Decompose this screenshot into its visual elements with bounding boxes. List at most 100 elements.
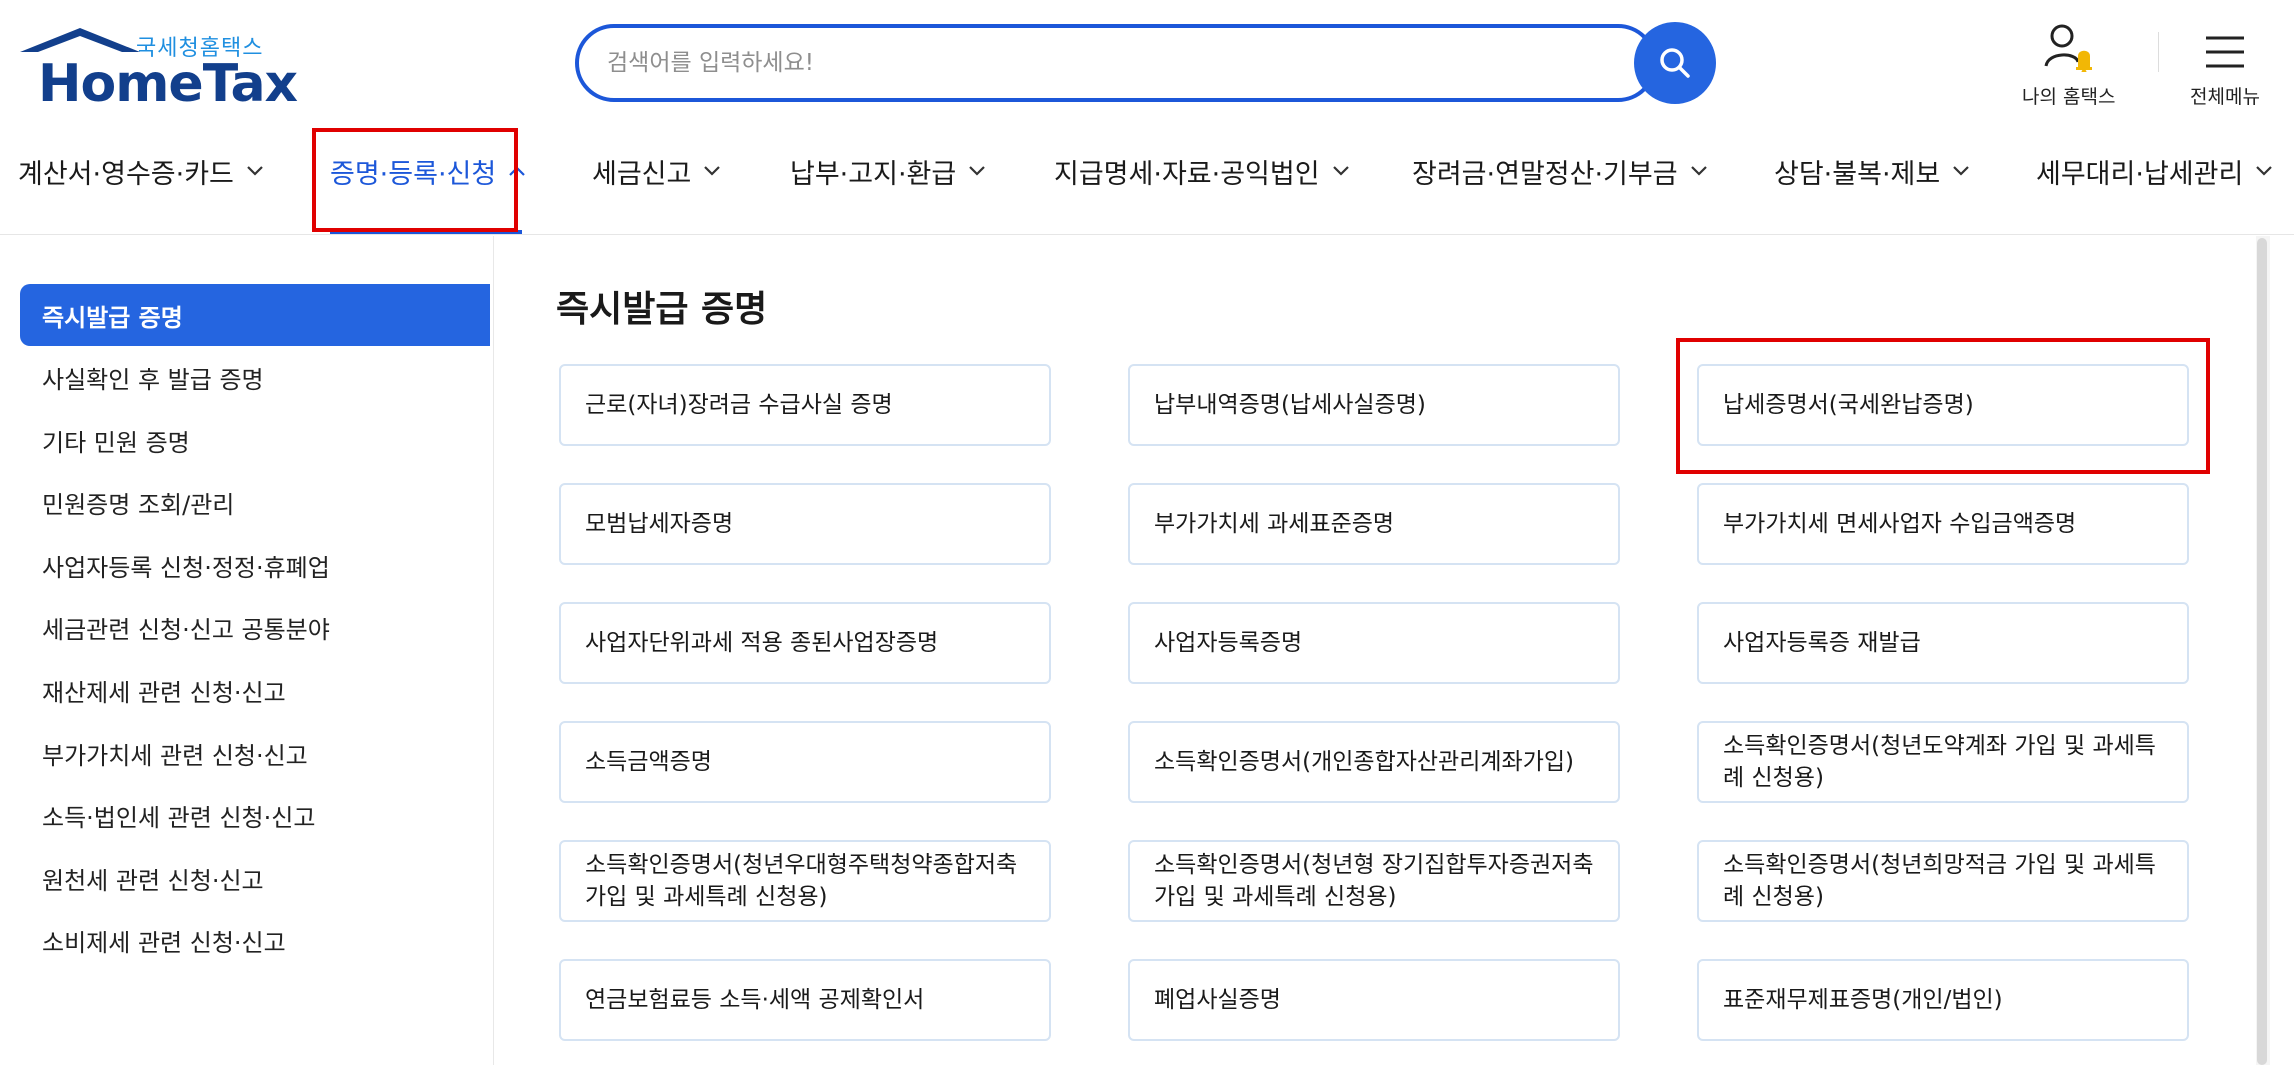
nav-item-tax-agent[interactable]: 세무대리·납세관리	[2036, 140, 2273, 202]
nav-label: 세무대리·납세관리	[2036, 158, 2244, 190]
sidebar-item-consumption-tax[interactable]: 소비제세 관련 신청·신고	[20, 909, 490, 971]
card-label: 폐업사실증명	[1154, 986, 1281, 1013]
card-label: 소득금액증명	[585, 748, 712, 775]
sidebar: 즉시발급 증명 사실확인 후 발급 증명 기타 민원 증명 민원증명 조회/관리…	[0, 236, 494, 1065]
card-label: 부가가치세 과세표준증명	[1154, 510, 1395, 537]
nav-label: 지급명세·자료·공익법인	[1054, 158, 1320, 190]
sidebar-item-common-applications[interactable]: 세금관련 신청·신고 공통분야	[20, 596, 490, 658]
header: 국세청홈택스 HomeTax 나의 홈택스	[0, 0, 2294, 235]
card-tax-clearance-certificate[interactable]: 납세증명서(국세완납증명)	[1697, 364, 2189, 446]
hamburger-menu-icon	[2205, 36, 2244, 68]
sidebar-item-withholding-tax[interactable]: 원천세 관련 신청·신고	[20, 847, 490, 909]
card-vat-exempt-revenue[interactable]: 부가가치세 면세사업자 수입금액증명	[1697, 483, 2189, 565]
chevron-down-icon	[968, 162, 986, 180]
card-label: 사업자단위과세 적용 종된사업장증명	[585, 629, 939, 656]
card-label: 소득확인증명서(청년우대형주택청약종합저축 가입 및 과세특례 신청용)	[585, 851, 1018, 910]
card-income-youth-housing[interactable]: 소득확인증명서(청년우대형주택청약종합저축 가입 및 과세특례 신청용)	[559, 840, 1051, 922]
card-label: 사업자등록증명	[1154, 629, 1303, 656]
nav-label: 증명·등록·신청	[330, 158, 497, 190]
all-menu-button[interactable]: 전체메뉴	[2190, 20, 2260, 109]
my-hometax-button[interactable]: 나의 홈택스	[2022, 20, 2115, 109]
sidebar-item-verified-certificates[interactable]: 사실확인 후 발급 증명	[20, 346, 490, 408]
card-income-isa[interactable]: 소득확인증명서(개인종합자산관리계좌가입)	[1128, 721, 1620, 803]
search-box	[575, 24, 1657, 102]
sidebar-item-label: 재산제세 관련 신청·신고	[42, 678, 286, 707]
nav-label: 장려금·연말정산·기부금	[1412, 158, 1678, 190]
card-business-registration-certificate[interactable]: 사업자등록증명	[1128, 602, 1620, 684]
card-label: 소득확인증명서(청년도약계좌 가입 및 과세특례 신청용)	[1723, 732, 2156, 791]
card-label: 부가가치세 면세사업자 수입금액증명	[1723, 510, 2077, 537]
chevron-down-icon	[1332, 162, 1350, 180]
card-income-youth-investment[interactable]: 소득확인증명서(청년형 장기집합투자증권저축 가입 및 과세특례 신청용)	[1128, 840, 1620, 922]
sidebar-item-label: 사실확인 후 발급 증명	[42, 365, 264, 394]
card-model-taxpayer[interactable]: 모범납세자증명	[559, 483, 1051, 565]
card-pension-deduction[interactable]: 연금보험료등 소득·세액 공제확인서	[559, 959, 1051, 1041]
all-menu-label: 전체메뉴	[2190, 86, 2260, 108]
nav-item-statements[interactable]: 지급명세·자료·공익법인	[1054, 140, 1350, 202]
nav-item-payment[interactable]: 납부·고지·환급	[790, 140, 986, 202]
card-income-amount[interactable]: 소득금액증명	[559, 721, 1051, 803]
sidebar-item-certificate-management[interactable]: 민원증명 조회/관리	[20, 471, 490, 533]
nav-label: 납부·고지·환급	[790, 158, 957, 190]
sidebar-item-label: 기타 민원 증명	[42, 428, 190, 457]
card-label: 근로(자녀)장려금 수급사실 증명	[585, 391, 893, 418]
card-label: 납세증명서(국세완납증명)	[1723, 391, 1974, 418]
nav-item-tax-filing[interactable]: 세금신고	[592, 140, 721, 202]
card-label: 소득확인증명서(개인종합자산관리계좌가입)	[1154, 748, 1574, 775]
sidebar-item-property-tax[interactable]: 재산제세 관련 신청·신고	[20, 659, 490, 721]
card-business-registration-reissue[interactable]: 사업자등록증 재발급	[1697, 602, 2189, 684]
nav-label: 세금신고	[592, 158, 692, 190]
hometax-logo[interactable]: 국세청홈택스 HomeTax	[18, 26, 298, 114]
card-label: 표준재무제표증명(개인/법인)	[1723, 986, 2003, 1013]
card-label: 모범납세자증명	[585, 510, 734, 537]
chevron-down-icon	[1952, 162, 1970, 180]
card-tax-payment-history[interactable]: 납부내역증명(납세사실증명)	[1128, 364, 1620, 446]
my-hometax-label: 나의 홈택스	[2022, 86, 2116, 108]
card-financial-statements[interactable]: 표준재무제표증명(개인/법인)	[1697, 959, 2189, 1041]
chevron-up-icon	[508, 162, 526, 180]
chevron-down-icon	[1690, 162, 1708, 180]
sidebar-item-income-corporate-tax[interactable]: 소득·법인세 관련 신청·신고	[20, 784, 490, 846]
card-label: 소득확인증명서(청년형 장기집합투자증권저축 가입 및 과세특례 신청용)	[1154, 851, 1594, 910]
chevron-down-icon	[2255, 162, 2273, 180]
sidebar-item-instant-certificates[interactable]: 즉시발급 증명	[20, 284, 490, 346]
nav-label: 계산서·영수증·카드	[18, 158, 234, 190]
nav-item-certificates[interactable]: 증명·등록·신청	[330, 140, 526, 202]
card-label: 사업자등록증 재발급	[1723, 629, 1921, 656]
sidebar-item-label: 부가가치세 관련 신청·신고	[42, 741, 308, 770]
search-icon	[1660, 48, 1690, 78]
divider	[2158, 32, 2159, 72]
card-label: 소득확인증명서(청년희망적금 가입 및 과세특례 신청용)	[1723, 851, 2156, 910]
sidebar-item-label: 원천세 관련 신청·신고	[42, 866, 264, 895]
sidebar-item-label: 즉시발급 증명	[42, 303, 183, 332]
page-title: 즉시발급 증명	[556, 289, 768, 330]
card-income-youth-leap[interactable]: 소득확인증명서(청년도약계좌 가입 및 과세특례 신청용)	[1697, 721, 2189, 803]
sidebar-item-label: 소비제세 관련 신청·신고	[42, 928, 286, 957]
nav-label: 상담·불복·제보	[1774, 158, 1941, 190]
sidebar-item-other-certificates[interactable]: 기타 민원 증명	[20, 409, 490, 471]
user-bell-icon	[2044, 24, 2092, 72]
card-subsidiary-business-place[interactable]: 사업자단위과세 적용 종된사업장증명	[559, 602, 1051, 684]
sidebar-item-vat[interactable]: 부가가치세 관련 신청·신고	[20, 722, 490, 784]
sidebar-item-label: 민원증명 조회/관리	[42, 490, 235, 519]
sidebar-item-label: 사업자등록 신청·정정·휴폐업	[42, 553, 330, 582]
sidebar-item-business-registration[interactable]: 사업자등록 신청·정정·휴폐업	[20, 534, 490, 596]
card-label: 납부내역증명(납세사실증명)	[1154, 391, 1426, 418]
active-nav-underline	[330, 230, 522, 234]
chevron-down-icon	[246, 162, 264, 180]
search-input[interactable]	[607, 42, 1607, 84]
nav-item-receipts[interactable]: 계산서·영수증·카드	[18, 140, 264, 202]
chevron-down-icon	[703, 162, 721, 180]
sidebar-item-label: 소득·법인세 관련 신청·신고	[42, 803, 316, 832]
main-nav: 계산서·영수증·카드 증명·등록·신청 세금신고 납부·고지·환급 지급명세·자…	[0, 140, 2294, 202]
card-vat-tax-base[interactable]: 부가가치세 과세표준증명	[1128, 483, 1620, 565]
card-income-youth-hope[interactable]: 소득확인증명서(청년희망적금 가입 및 과세특례 신청용)	[1697, 840, 2189, 922]
search-button[interactable]	[1634, 22, 1716, 104]
card-label: 연금보험료등 소득·세액 공제확인서	[585, 986, 925, 1013]
card-earned-income-incentive-certificate[interactable]: 근로(자녀)장려금 수급사실 증명	[559, 364, 1051, 446]
nav-item-consultation[interactable]: 상담·불복·제보	[1774, 140, 1970, 202]
scrollbar-thumb[interactable]	[2257, 238, 2267, 1065]
nav-item-incentives[interactable]: 장려금·연말정산·기부금	[1412, 140, 1708, 202]
sidebar-item-label: 세금관련 신청·신고 공통분야	[42, 615, 330, 644]
card-closure-certificate[interactable]: 폐업사실증명	[1128, 959, 1620, 1041]
